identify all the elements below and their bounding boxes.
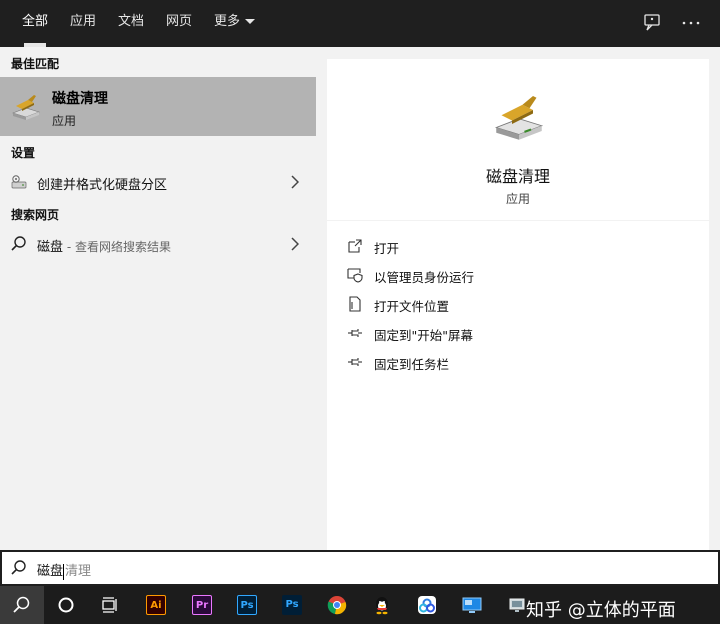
more-options-icon[interactable] [680,12,702,34]
action-label: 以管理员身份运行 [374,270,475,285]
tab-documents-label: 文档 [118,14,145,29]
results-pane: 最佳匹配 磁盘清理 应用 设置 创建并格式化硬盘分区 搜索网页 磁盘 - 查看网… [0,47,316,550]
search-typed-text: 磁盘 [37,564,64,579]
task-view-button[interactable] [88,586,132,624]
pin-icon [347,354,363,370]
settings-result-partition[interactable]: 创建并格式化硬盘分区 [0,167,316,197]
action-pin-to-taskbar[interactable]: 固定到任务栏 [347,352,687,374]
best-match-name: 磁盘清理 [52,91,108,107]
tab-all[interactable]: 全部 [22,0,48,47]
preview-app-name: 磁盘清理 [485,167,550,186]
web-search-label: 磁盘 - 查看网络搜索结果 [37,236,171,255]
search-icon [10,235,28,253]
search-box[interactable]: 磁盘 清理 [0,550,720,586]
cloud-drive-icon [417,595,437,615]
disk-cleanup-icon [10,91,42,123]
best-match-result[interactable]: 磁盘清理 应用 [0,77,316,136]
tab-apps[interactable]: 应用 [70,0,96,47]
chevron-right-icon[interactable] [291,175,300,189]
disk-cleanup-icon [491,89,547,145]
action-run-as-admin[interactable]: 以管理员身份运行 [347,265,687,287]
pin-icon [347,325,363,341]
search-filter-bar: 全部 应用 文档 网页 更多 [0,0,720,47]
run-as-admin-icon [347,267,363,283]
action-list: 打开 以管理员身份运行 打开文件位置 固定到"开始"屏幕 固定到任务栏 [327,221,709,550]
taskbar-app-baidu-netdisk[interactable] [405,586,449,624]
tab-more-label: 更多 [214,14,241,29]
taskbar-app-premiere[interactable]: Pr [180,586,224,624]
web-search-query: 磁盘 [37,240,64,255]
tab-web[interactable]: 网页 [166,0,192,47]
search-icon [12,595,32,615]
chevron-down-icon [245,19,256,24]
settings-heading: 设置 [11,146,36,160]
text-cursor [63,563,65,580]
web-search-suffix: - 查看网络搜索结果 [63,240,171,254]
taskbar-app-illustrator[interactable]: Ai [134,586,178,624]
premiere-icon: Pr [192,595,212,615]
tab-web-label: 网页 [166,14,193,29]
action-label: 固定到任务栏 [374,357,450,372]
tab-apps-label: 应用 [70,14,97,29]
taskbar-app-chrome[interactable] [315,586,359,624]
best-match-kind: 应用 [52,114,77,128]
preview-pane: 磁盘清理 应用 打开 以管理员身份运行 打开文件位置 固定到"开始"屏幕 固定到… [316,47,720,550]
taskbar-app-remote-desktop[interactable] [450,586,494,624]
open-icon [347,238,363,254]
watermark-text: 知乎 @立体的平面 [526,600,676,621]
network-computer-icon [507,595,527,615]
chevron-right-icon[interactable] [291,237,300,251]
app-preview-card: 磁盘清理 应用 [327,59,709,220]
file-location-icon [347,296,363,312]
search-icon [10,559,28,577]
action-label: 固定到"开始"屏幕 [374,328,473,343]
action-pin-to-start[interactable]: 固定到"开始"屏幕 [347,323,687,345]
taskbar-app-photoshop[interactable]: Ps [225,586,269,624]
feedback-icon[interactable] [641,12,663,34]
tab-more[interactable]: 更多 [214,0,256,47]
web-search-result[interactable]: 磁盘 - 查看网络搜索结果 [0,229,316,259]
taskbar-app-qq[interactable] [360,586,404,624]
web-search-heading: 搜索网页 [11,208,60,222]
settings-result-label: 创建并格式化硬盘分区 [37,178,168,193]
cortana-button[interactable] [44,586,88,624]
task-view-icon [100,595,120,615]
action-label: 打开 [374,241,400,256]
disk-management-icon [10,173,28,191]
illustrator-icon: Ai [146,595,166,615]
remote-desktop-icon [462,595,482,615]
action-open[interactable]: 打开 [347,236,687,258]
taskbar-app-photoshop-2[interactable]: Ps [270,586,314,624]
preview-app-kind: 应用 [505,192,530,206]
taskbar-search-button[interactable] [0,586,44,624]
action-open-file-location[interactable]: 打开文件位置 [347,294,687,316]
chrome-icon [327,595,347,615]
best-match-heading: 最佳匹配 [11,57,60,71]
photoshop-icon: Ps [237,595,257,615]
search-input[interactable]: 磁盘 清理 [37,560,91,580]
tab-all-label: 全部 [22,14,49,29]
tab-documents[interactable]: 文档 [118,0,144,47]
cortana-icon [56,595,76,615]
search-autocomplete-hint: 清理 [65,564,92,579]
qq-penguin-icon [372,595,392,615]
action-label: 打开文件位置 [374,299,450,314]
photoshop-icon: Ps [282,595,302,615]
